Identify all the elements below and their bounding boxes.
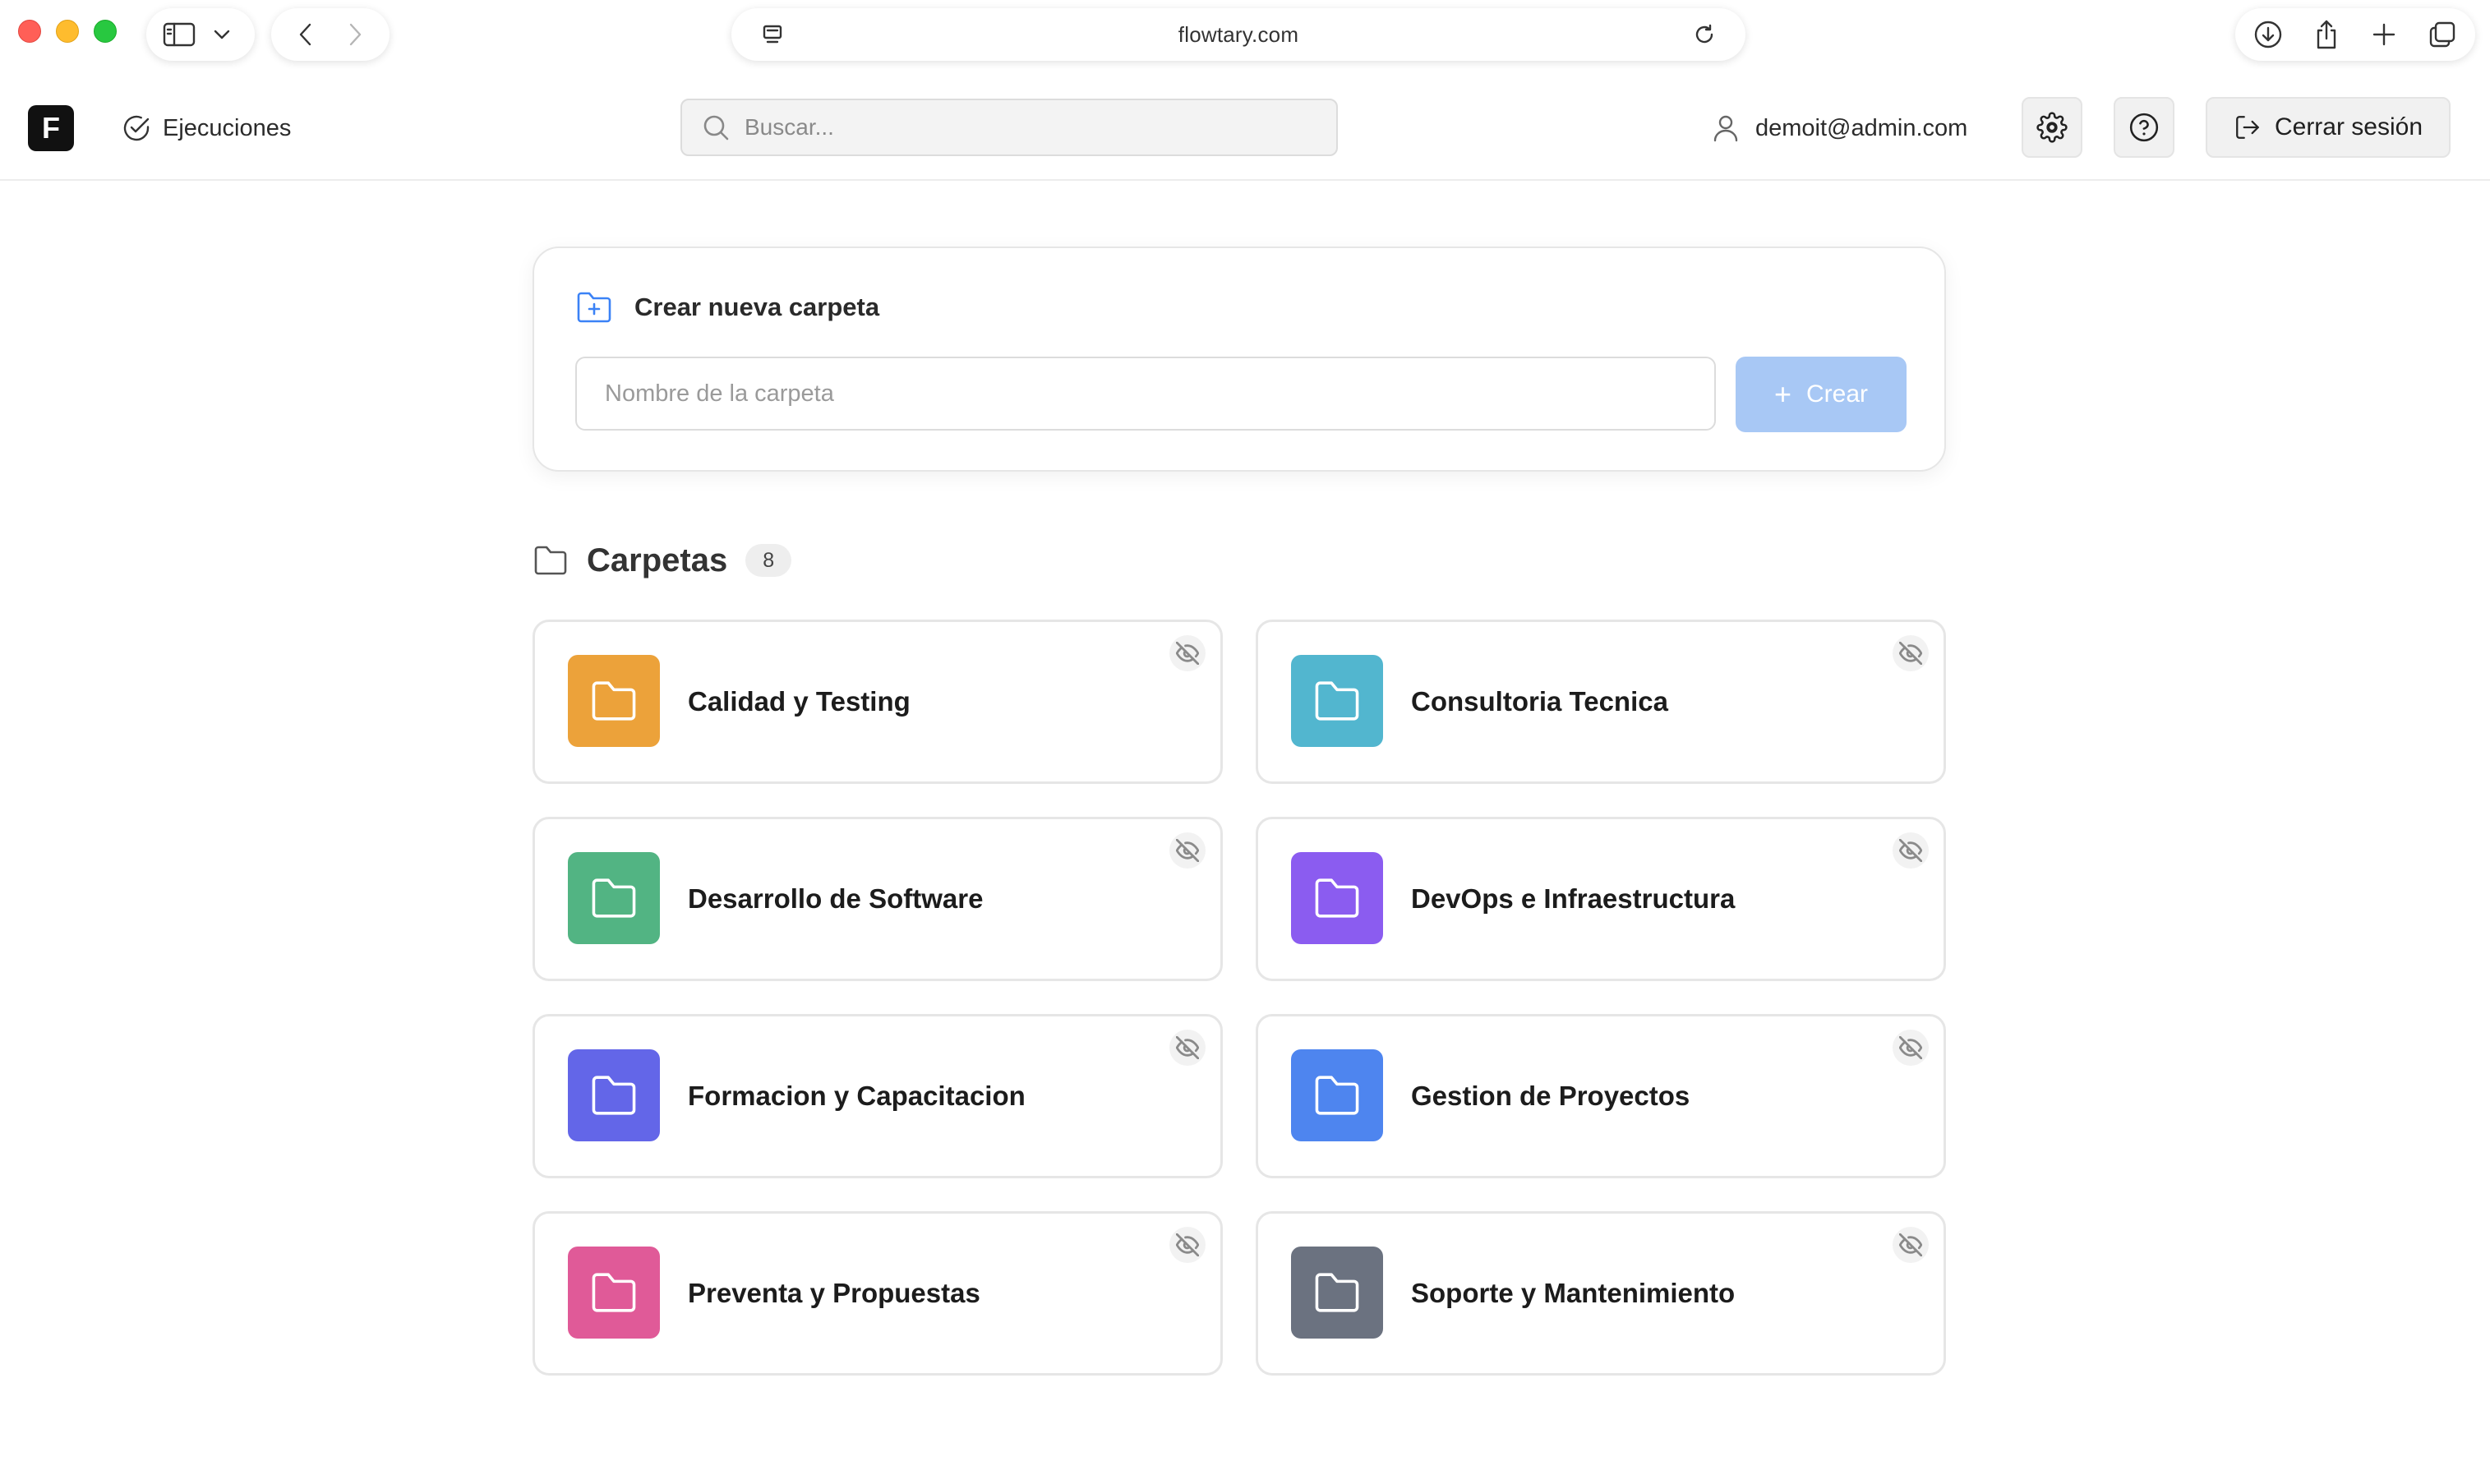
- folder-icon: [592, 681, 636, 721]
- nav-executions[interactable]: Ejecuciones: [122, 105, 291, 151]
- create-folder-button[interactable]: + Crear: [1736, 357, 1907, 432]
- folder-color-icon: [1291, 852, 1383, 944]
- check-circle-icon: [123, 115, 150, 141]
- history-nav-group: [271, 8, 390, 61]
- folder-color-icon: [568, 1247, 660, 1339]
- plus-icon: +: [1773, 377, 1791, 411]
- logout-label: Cerrar sesión: [2274, 113, 2423, 141]
- folder-name: Desarrollo de Software: [688, 883, 984, 914]
- address-bar[interactable]: flowtary.com: [731, 8, 1745, 61]
- window-controls: [18, 20, 117, 43]
- folder-icon: [534, 546, 567, 575]
- folder-name: Gestion de Proyectos: [1411, 1081, 1690, 1111]
- share-icon[interactable]: [2308, 16, 2345, 53]
- sidebar-icon[interactable]: [161, 16, 197, 53]
- folder-icon: [1315, 878, 1359, 918]
- url-text[interactable]: flowtary.com: [1178, 22, 1298, 48]
- settings-button[interactable]: [2022, 97, 2082, 158]
- minimize-window-button[interactable]: [56, 20, 79, 43]
- nav-executions-label: Ejecuciones: [163, 114, 292, 141]
- folders-section-header: Carpetas 8: [533, 536, 792, 585]
- eye-off-icon[interactable]: [1169, 832, 1206, 869]
- forward-arrow-icon[interactable]: [337, 16, 373, 53]
- folder-card[interactable]: Consultoria Tecnica: [1256, 620, 1946, 784]
- zoom-window-button[interactable]: [94, 20, 117, 43]
- app-header: F Ejecuciones demoit@admin.com Cerrar se…: [0, 69, 2490, 181]
- gear-icon: [2036, 112, 2068, 143]
- create-folder-heading: Crear nueva carpeta: [575, 291, 879, 324]
- folder-icon: [1315, 1273, 1359, 1312]
- reload-icon[interactable]: [1686, 16, 1722, 53]
- folder-card[interactable]: Preventa y Propuestas: [533, 1211, 1223, 1376]
- folder-card[interactable]: DevOps e Infraestructura: [1256, 817, 1946, 981]
- eye-off-icon[interactable]: [1893, 1030, 1929, 1066]
- close-window-button[interactable]: [18, 20, 41, 43]
- sidebar-toggle-group: [146, 8, 255, 61]
- help-circle-icon: [2129, 113, 2159, 142]
- folder-icon: [592, 878, 636, 918]
- folder-color-icon: [1291, 1049, 1383, 1141]
- folder-color-icon: [568, 852, 660, 944]
- create-folder-card: Crear nueva carpeta + Crear: [533, 247, 1946, 472]
- search-input[interactable]: [745, 114, 1316, 141]
- folder-card[interactable]: Gestion de Proyectos: [1256, 1014, 1946, 1178]
- folder-name: Calidad y Testing: [688, 686, 911, 717]
- search-icon: [703, 115, 729, 141]
- folder-icon: [592, 1273, 636, 1312]
- eye-off-icon[interactable]: [1893, 1227, 1929, 1263]
- folder-color-icon: [1291, 655, 1383, 747]
- folder-icon: [1315, 681, 1359, 721]
- folder-icon: [592, 1076, 636, 1115]
- downloads-icon[interactable]: [2250, 16, 2286, 53]
- eye-off-icon[interactable]: [1893, 832, 1929, 869]
- folder-name-input[interactable]: [575, 357, 1716, 431]
- folder-card[interactable]: Calidad y Testing: [533, 620, 1223, 784]
- folder-icon: [1315, 1076, 1359, 1115]
- logout-icon: [2236, 116, 2259, 139]
- folder-name: Soporte y Mantenimiento: [1411, 1278, 1736, 1308]
- folder-name: Formacion y Capacitacion: [688, 1081, 1026, 1111]
- folder-color-icon: [1291, 1247, 1383, 1339]
- folder-plus-icon: [577, 292, 611, 323]
- user-info: demoit@admin.com: [1713, 105, 1967, 151]
- app-logo[interactable]: F: [28, 105, 74, 151]
- eye-off-icon[interactable]: [1169, 1227, 1206, 1263]
- folder-color-icon: [568, 1049, 660, 1141]
- create-folder-title: Crear nueva carpeta: [634, 293, 880, 321]
- folder-color-icon: [568, 655, 660, 747]
- create-button-label: Crear: [1806, 380, 1869, 408]
- browser-toolbar: flowtary.com: [0, 0, 2490, 67]
- eye-off-icon[interactable]: [1169, 635, 1206, 671]
- folders-section-title: Carpetas: [587, 542, 728, 578]
- search-box[interactable]: [680, 99, 1338, 156]
- folder-name: Consultoria Tecnica: [1411, 686, 1668, 717]
- back-arrow-icon[interactable]: [288, 16, 324, 53]
- folder-name: Preventa y Propuestas: [688, 1278, 980, 1308]
- user-email: demoit@admin.com: [1755, 114, 1968, 141]
- page-settings-icon[interactable]: [754, 16, 791, 53]
- folder-card[interactable]: Desarrollo de Software: [533, 817, 1223, 981]
- browser-actions-group: [2235, 8, 2475, 61]
- folders-count-badge: 8: [745, 544, 792, 577]
- eye-off-icon[interactable]: [1169, 1030, 1206, 1066]
- logout-button[interactable]: Cerrar sesión: [2206, 97, 2451, 158]
- tab-overview-icon[interactable]: [2424, 16, 2460, 53]
- help-button[interactable]: [2114, 97, 2174, 158]
- folder-card[interactable]: Soporte y Mantenimiento: [1256, 1211, 1946, 1376]
- chevron-down-icon[interactable]: [204, 16, 240, 53]
- folder-card[interactable]: Formacion y Capacitacion: [533, 1014, 1223, 1178]
- new-tab-icon[interactable]: [2366, 16, 2402, 53]
- folder-name: DevOps e Infraestructura: [1411, 883, 1736, 914]
- eye-off-icon[interactable]: [1893, 635, 1929, 671]
- user-icon: [1713, 115, 1738, 142]
